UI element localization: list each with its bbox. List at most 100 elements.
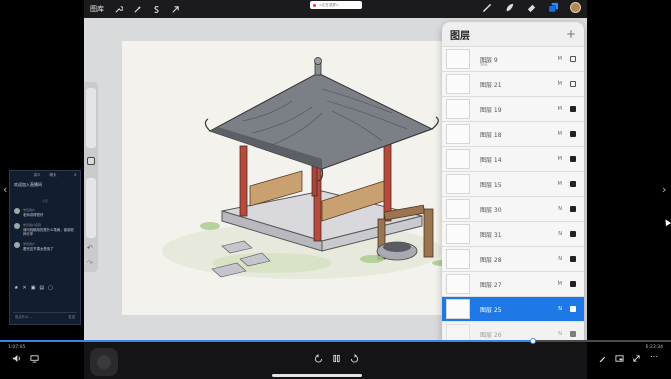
chat-tabs: 讲义 聊天 ✕ <box>10 171 80 179</box>
close-icon[interactable]: ✕ <box>22 285 26 291</box>
layer-visibility-checkbox[interactable] <box>570 231 576 237</box>
gift-icon[interactable]: ▤ <box>39 285 44 291</box>
layer-blend-mode[interactable]: N <box>558 306 562 312</box>
redo-icon[interactable]: ↷ <box>87 259 93 267</box>
screen-icon[interactable] <box>30 354 39 363</box>
layer-visibility-checkbox[interactable] <box>570 131 576 137</box>
tab-notes[interactable]: 讲义 <box>34 173 41 178</box>
next-arrow-icon[interactable]: › <box>662 183 666 196</box>
chat-welcome: 欢迎加入直播间 <box>14 182 42 187</box>
chat-username: 学员用户 <box>23 208 36 212</box>
layer-name: 图层 19 <box>480 106 502 114</box>
layers-icon[interactable] <box>548 2 559 13</box>
more-icon[interactable]: ⋯ <box>650 352 658 361</box>
chat-input[interactable]: 说点什么... 发送 <box>13 312 77 320</box>
share-icon[interactable]: ▢ <box>48 285 53 291</box>
pause-icon[interactable] <box>332 354 341 363</box>
undo-icon[interactable]: ↶ <box>87 244 93 252</box>
layer-row[interactable]: 图层 14 M <box>442 146 584 171</box>
brush-icon[interactable] <box>482 2 493 13</box>
color-picker-swatch[interactable] <box>570 2 581 13</box>
tab-chat[interactable]: 聊天 <box>50 173 57 178</box>
layer-blend-mode[interactable]: M <box>558 131 562 137</box>
layers-panel-header: 图层 + <box>442 22 584 46</box>
video-progress-fill <box>0 340 534 342</box>
send-button[interactable]: 发送 <box>68 314 75 319</box>
layer-thumbnail <box>446 99 470 119</box>
avatar <box>14 223 20 230</box>
avatar <box>14 242 20 249</box>
layer-row[interactable]: 图层 28 N <box>442 246 584 271</box>
layer-thumbnail <box>446 124 470 144</box>
layer-visibility-checkbox[interactable] <box>570 56 576 62</box>
layers-title: 图层 <box>450 30 470 42</box>
layer-name: 图层 27 <box>480 281 502 289</box>
layer-thumbnail <box>446 174 470 194</box>
live-chat-panel: 讲义 聊天 ✕ 欢迎加入直播间 今天 学员用户 老师讲得很好 学员用户名称 请问线稿用… <box>9 170 81 325</box>
exit-fullscreen-icon[interactable] <box>632 354 641 363</box>
layer-blend-mode[interactable]: M <box>558 156 562 162</box>
chat-date-separator: 今天 <box>41 199 48 203</box>
layer-row[interactable]: 图层 9 锁定 M <box>442 46 584 71</box>
forward-icon[interactable] <box>350 354 359 363</box>
layer-visibility-checkbox[interactable] <box>570 181 576 187</box>
layer-blend-mode[interactable]: N <box>558 256 562 262</box>
modify-button[interactable] <box>87 157 95 165</box>
transform-arrow-icon[interactable] <box>171 5 180 14</box>
video-progress-bar[interactable] <box>0 338 671 344</box>
layer-visibility-checkbox[interactable] <box>570 281 576 287</box>
wrench-icon[interactable] <box>114 5 123 14</box>
gallery-button[interactable]: 图库 <box>90 4 104 14</box>
layer-row[interactable]: 图层 19 M <box>442 96 584 121</box>
recording-text: <正在录屏> <box>319 2 339 7</box>
layer-blend-mode[interactable]: M <box>558 56 562 62</box>
chat-text: 请问线稿用的是什么笔刷，谢谢老师分享 <box>23 228 74 237</box>
layer-blend-mode[interactable]: M <box>558 181 562 187</box>
layer-row[interactable]: 图层 18 M <box>442 121 584 146</box>
layer-visibility-checkbox[interactable] <box>570 81 576 87</box>
brush-sidebar: ↶ ↷ <box>84 82 98 272</box>
image-icon[interactable]: ▣ <box>31 285 36 291</box>
chat-username: 学员用户名称 <box>23 223 42 228</box>
layer-visibility-checkbox[interactable] <box>570 306 576 312</box>
magic-wand-icon[interactable] <box>133 5 142 14</box>
brush-size-slider[interactable] <box>86 88 96 148</box>
layer-blend-mode[interactable]: M <box>558 106 562 112</box>
close-icon[interactable]: ✕ <box>74 172 77 177</box>
star-icon[interactable]: ★ <box>14 285 18 291</box>
layer-blend-mode[interactable]: N <box>558 231 562 237</box>
smudge-icon[interactable] <box>504 2 515 13</box>
layer-row[interactable]: 图层 30 N <box>442 196 584 221</box>
layer-row[interactable]: 图层 15 M <box>442 171 584 196</box>
ipad-screen: 图库 <正在录屏> ↶ ↷ 图层 + 图层 9 锁定 M 图层 21 M 图层 … <box>84 0 587 379</box>
layer-visibility-checkbox[interactable] <box>570 106 576 112</box>
layer-visibility-checkbox[interactable] <box>570 256 576 262</box>
layer-visibility-checkbox[interactable] <box>570 156 576 162</box>
chat-text: 老师讲得很好 <box>23 213 44 217</box>
layer-row[interactable]: 图层 21 M <box>442 71 584 96</box>
layer-visibility-checkbox[interactable] <box>570 206 576 212</box>
layer-blend-mode[interactable]: M <box>558 281 562 287</box>
layer-name: 图层 18 <box>480 131 502 139</box>
layer-row[interactable]: 图层 27 M <box>442 271 584 296</box>
selection-s-icon[interactable] <box>152 5 161 14</box>
layer-visibility-checkbox[interactable] <box>570 331 576 337</box>
previous-arrow-icon[interactable]: ‹ <box>3 183 7 196</box>
time-current: 1:07:05 <box>8 345 26 350</box>
layer-sub-label: 锁定 <box>480 61 488 66</box>
volume-icon[interactable] <box>12 354 21 363</box>
layer-thumbnail <box>446 149 470 169</box>
chat-actions: ★ ✕ ▣ ▤ ▢ <box>14 285 53 291</box>
eraser-icon[interactable] <box>526 2 537 13</box>
brush-opacity-slider[interactable] <box>86 178 96 238</box>
edit-icon[interactable] <box>598 354 607 363</box>
layer-blend-mode[interactable]: M <box>558 81 562 87</box>
layer-row[interactable]: 图层 25 N <box>442 296 584 321</box>
picture-in-picture-icon[interactable] <box>615 354 624 363</box>
layer-name: 图层 14 <box>480 156 502 164</box>
layer-blend-mode[interactable]: N <box>558 331 562 337</box>
layer-blend-mode[interactable]: N <box>558 206 562 212</box>
add-layer-button[interactable]: + <box>566 27 576 41</box>
layer-row[interactable]: 图层 31 N <box>442 221 584 246</box>
rewind-icon[interactable] <box>314 354 323 363</box>
